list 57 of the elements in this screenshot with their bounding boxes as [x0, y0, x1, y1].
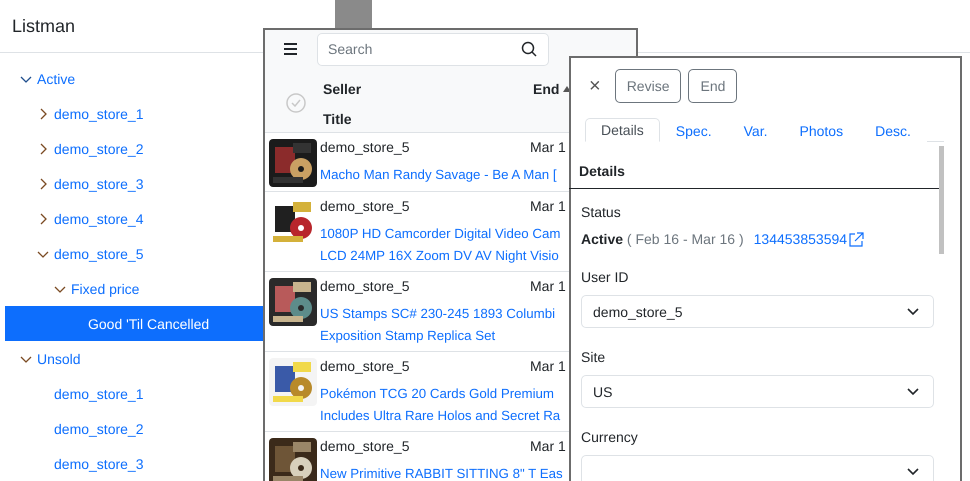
tree-item[interactable]: Fixed price — [5, 271, 263, 306]
tree-item[interactable]: demo_store_4 — [5, 201, 263, 236]
tree-item[interactable]: Active — [5, 61, 263, 96]
menu-icon[interactable] — [283, 42, 299, 56]
column-header[interactable]: End — [533, 81, 560, 97]
seller-cell: demo_store_5 — [320, 139, 410, 155]
column-header[interactable]: Title — [323, 111, 533, 127]
external-link-icon — [849, 232, 864, 246]
tree-item[interactable]: Good 'Til Cancelled — [5, 306, 263, 341]
seller-cell: demo_store_5 — [320, 198, 410, 214]
status-text: Active ( Feb 16 - Mar 16 ) — [581, 230, 744, 248]
chevron-down-icon — [907, 388, 919, 396]
select-all-checkbox[interactable] — [286, 93, 306, 113]
end-date-cell: Mar 1 — [530, 438, 566, 454]
end-button[interactable]: End — [688, 69, 738, 103]
title-link[interactable]: Pokémon TCG 20 Cards Gold Premium — [320, 383, 554, 405]
field-label: Site — [581, 348, 606, 366]
search-field[interactable]: Search — [317, 32, 549, 66]
tree-item[interactable]: demo_store_1 — [5, 96, 263, 131]
title-link[interactable]: New Primitive RABBIT SITTING 8" T Eas — [320, 463, 563, 481]
title-link[interactable]: LCD 24MP 16X Zoom DV AV Night Visio — [320, 245, 559, 267]
item-number-link[interactable]: 134453853594 — [754, 230, 864, 248]
drag-handle[interactable] — [335, 0, 372, 28]
tree-item[interactable]: demo_store_2 — [5, 411, 263, 446]
field-label: Status — [581, 203, 622, 221]
seller-cell: demo_store_5 — [320, 438, 410, 454]
tree-item[interactable]: Unsold — [5, 341, 263, 376]
close-button[interactable]: × — [585, 74, 605, 98]
select-field[interactable]: demo_store_5 — [581, 295, 934, 328]
tree-item[interactable]: demo_store_1 — [5, 376, 263, 411]
select-field[interactable]: US — [581, 375, 934, 408]
app-title: Listman — [12, 16, 76, 36]
search-icon[interactable] — [521, 40, 537, 56]
end-date-cell: Mar 1 — [530, 278, 566, 294]
seller-cell: demo_store_5 — [320, 278, 410, 294]
tree-item[interactable]: demo_store_2 — [5, 131, 263, 166]
title-link[interactable]: Exposition Stamp Replica Set — [320, 325, 496, 347]
tab[interactable]: Details — [585, 118, 660, 142]
title-link[interactable]: Includes Ultra Rare Holos and Secret Ra — [320, 405, 560, 427]
tree-item[interactable]: demo_store_3 — [5, 446, 263, 481]
chevron-down-icon — [907, 468, 919, 476]
tree-item[interactable]: demo_store_5 — [5, 236, 263, 271]
title-link[interactable]: Macho Man Randy Savage - Be A Man [ — [320, 164, 557, 186]
end-date-cell: Mar 1 — [530, 198, 566, 214]
field-label: Currency — [581, 428, 639, 446]
field-label: User ID — [581, 268, 630, 286]
select-field[interactable] — [581, 455, 934, 481]
end-date-cell: Mar 1 — [530, 358, 566, 374]
end-date-cell: Mar 1 — [530, 139, 566, 155]
seller-cell: demo_store_5 — [320, 358, 410, 374]
scrollbar-thumb[interactable] — [939, 146, 944, 254]
column-header[interactable]: Seller — [323, 81, 533, 97]
title-link[interactable]: US Stamps SC# 230-245 1893 Columbi — [320, 303, 556, 325]
title-link[interactable]: 1080P HD Camcorder Digital Video Cam — [320, 223, 560, 245]
chevron-down-icon — [907, 308, 919, 316]
revise-button[interactable]: Revise — [614, 69, 682, 103]
tree-item[interactable]: demo_store_3 — [5, 166, 263, 201]
